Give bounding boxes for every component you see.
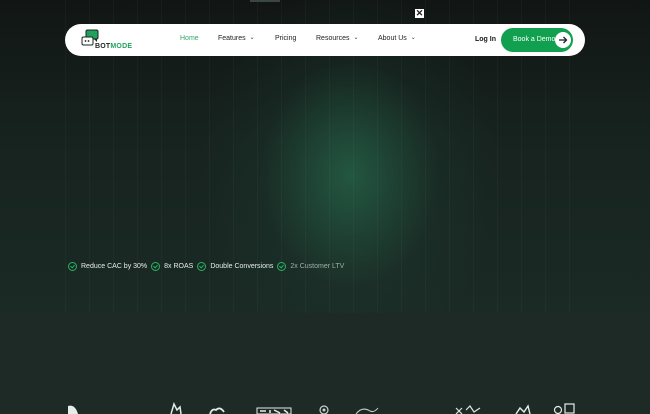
check-circle-icon xyxy=(197,262,207,271)
brand-logos-strip xyxy=(0,402,650,414)
chevron-down-icon: ⌄ xyxy=(353,35,359,41)
close-icon[interactable]: ✕ xyxy=(415,9,424,18)
benefit-item: 8x ROAS xyxy=(151,262,193,271)
check-circle-icon xyxy=(151,262,161,271)
benefit-item: Double Conversions xyxy=(197,262,273,271)
chevron-down-icon: ⌄ xyxy=(410,35,416,41)
nav-item-features[interactable]: Features ⌄ xyxy=(218,35,255,42)
nav-item-label: Features xyxy=(218,35,246,42)
nav-item-label: Pricing xyxy=(275,35,297,42)
top-banner-mark xyxy=(250,0,280,2)
book-demo-label: Book a Demo xyxy=(513,36,556,43)
book-demo-button[interactable]: Book a Demo xyxy=(501,28,573,52)
benefits-list: Reduce CAC by 30% 8x ROAS Double Convers… xyxy=(68,262,348,271)
navbar: BOTMODE Home Features ⌄ Pricing Resources… xyxy=(65,24,585,56)
brand-logo-6-icon xyxy=(355,407,379,414)
nav-item-pricing[interactable]: Pricing xyxy=(275,35,296,42)
brand-logo-5-icon xyxy=(319,405,329,414)
arrow-right-icon xyxy=(555,32,571,48)
nav-item-label: Resources xyxy=(316,35,350,42)
hero-section: ✕ BOTMODE Home Features ⌄ Pricing Resourc… xyxy=(0,0,650,313)
benefit-label: 8x ROAS xyxy=(164,263,194,270)
nav-item-label: About Us xyxy=(378,35,407,42)
brand-logo-4-icon xyxy=(256,407,292,414)
logo-accent: MODE xyxy=(110,43,133,50)
brand-logo-3-icon xyxy=(209,407,225,414)
nav-item-resources[interactable]: Resources ⌄ xyxy=(316,35,359,42)
chevron-down-icon: ⌄ xyxy=(249,35,255,41)
brand-logo-1-icon xyxy=(68,405,78,414)
logo-text: BOT xyxy=(95,43,111,50)
benefit-item: 2x Customer LTV xyxy=(277,262,344,271)
check-circle-icon xyxy=(277,262,287,271)
benefit-item: Reduce CAC by 30% xyxy=(68,262,147,271)
logo[interactable]: BOTMODE xyxy=(81,29,132,53)
brand-logo-9-icon xyxy=(553,403,575,414)
check-circle-icon xyxy=(68,262,77,271)
nav-item-label: Home xyxy=(180,35,199,42)
benefit-label: Double Conversions xyxy=(210,263,274,270)
brand-logo-2-icon xyxy=(170,402,182,414)
brand-logo-7-icon xyxy=(455,405,481,414)
login-link[interactable]: Log In xyxy=(475,36,496,43)
benefit-label: 2x Customer LTV xyxy=(290,263,345,270)
nav-item-home[interactable]: Home xyxy=(180,35,199,42)
nav-item-about-us[interactable]: About Us ⌄ xyxy=(378,35,416,42)
brand-logo-8-icon xyxy=(515,404,531,414)
benefit-label: Reduce CAC by 30% xyxy=(81,263,148,270)
logo-wordmark: BOTMODE xyxy=(95,43,132,50)
